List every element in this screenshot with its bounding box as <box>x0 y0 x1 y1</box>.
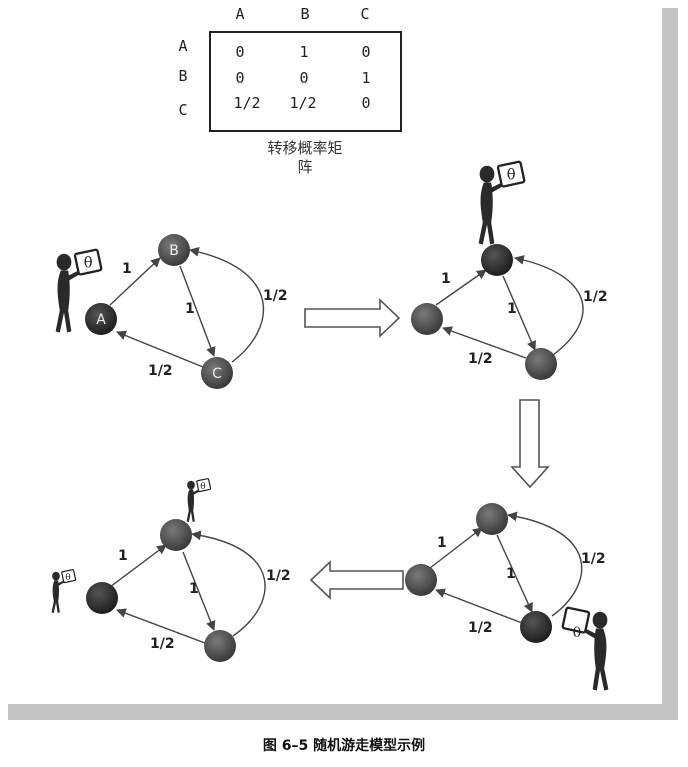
node-a <box>405 564 437 596</box>
walker-symbol: θ <box>573 625 581 641</box>
edge-label: 1 <box>507 301 517 317</box>
node-a <box>411 303 443 335</box>
matrix-row-header-a: A <box>178 37 187 55</box>
graph-step1: 1 1 1/2 1/2 θ <box>411 160 608 380</box>
edge-label: 1 <box>441 271 451 287</box>
edge-label: 1 <box>506 566 516 582</box>
edge-label: 1 <box>437 535 447 551</box>
walker-symbol: θ <box>507 166 516 183</box>
matrix-cell: 1 <box>299 43 308 61</box>
edge-label: 1 <box>185 301 195 317</box>
walker-figure-small <box>185 477 212 523</box>
walker-figure <box>561 606 610 692</box>
figure-canvas: A B C A B C 0 1 0 0 0 1 1/2 1/2 0 转移概率矩 … <box>8 5 678 754</box>
matrix-col-header-a: A <box>235 5 244 23</box>
matrix-caption-line1: 转移概率矩 <box>267 139 342 157</box>
edge-label: 1/2 <box>266 568 291 584</box>
edge-label: 1/2 <box>263 288 288 304</box>
matrix-col-header-c: C <box>360 5 369 23</box>
matrix-cell: 1 <box>361 69 370 87</box>
matrix-cell: 1/2 <box>233 94 260 112</box>
matrix-col-header-b: B <box>300 5 309 23</box>
node-b <box>160 519 192 551</box>
matrix-cell: 0 <box>235 43 244 61</box>
walker-symbol: θ <box>200 482 205 492</box>
edge-label: 1 <box>189 581 199 597</box>
transition-matrix: A B C A B C 0 1 0 0 0 1 1/2 1/2 0 转移概率矩 … <box>178 5 402 176</box>
matrix-row-header-c: C <box>178 101 187 119</box>
matrix-cell: 0 <box>299 69 308 87</box>
step-arrow-down <box>510 399 550 489</box>
figure-caption: 图 6–5 随机游走模型示例 <box>263 737 425 754</box>
walker-symbol: θ <box>84 254 93 271</box>
edge-label: 1/2 <box>148 363 173 379</box>
matrix-cell: 0 <box>361 94 370 112</box>
edge-c-to-b <box>514 255 584 356</box>
graph-step3: 1 1 1/2 1/2 θ θ <box>50 477 291 662</box>
node-c <box>520 611 552 643</box>
edge-label: 1/2 <box>581 551 606 567</box>
edge-label: 1/2 <box>583 289 608 305</box>
edge-label: 1 <box>118 548 128 564</box>
node-b <box>481 244 513 276</box>
node-c <box>525 348 557 380</box>
matrix-cell: 0 <box>235 69 244 87</box>
edge-c-to-a <box>116 330 204 368</box>
node-a <box>86 582 118 614</box>
matrix-caption-line2: 阵 <box>297 158 312 176</box>
edge-label: 1/2 <box>468 620 493 636</box>
edge-label: 1 <box>122 261 132 277</box>
walker-symbol: θ <box>65 573 70 583</box>
edge-label: 1/2 <box>150 636 175 652</box>
matrix-row-header-b: B <box>178 67 187 85</box>
matrix-cell: 0 <box>361 43 370 61</box>
node-b-label: B <box>169 243 179 259</box>
node-c <box>204 630 236 662</box>
edge-c-to-a <box>435 588 523 624</box>
step-arrow-right <box>304 298 401 338</box>
graph-initial: 1 1 1/2 1/2 A B C θ <box>54 234 288 389</box>
matrix-cell: 1/2 <box>289 94 316 112</box>
step-arrow-left <box>309 560 404 600</box>
node-b <box>476 503 508 535</box>
walker-figure-small <box>50 568 77 614</box>
walker-figure: θ <box>477 160 526 246</box>
node-a-label: A <box>96 312 106 328</box>
edge-a-to-b <box>109 257 161 306</box>
graph-step2: 1 1 1/2 1/2 θ <box>405 503 610 692</box>
node-c-label: C <box>212 366 222 382</box>
edge-c-to-b <box>189 247 265 363</box>
edge-label: 1/2 <box>468 351 493 367</box>
edge-c-to-b <box>191 530 266 637</box>
edge-c-to-b <box>507 511 583 617</box>
